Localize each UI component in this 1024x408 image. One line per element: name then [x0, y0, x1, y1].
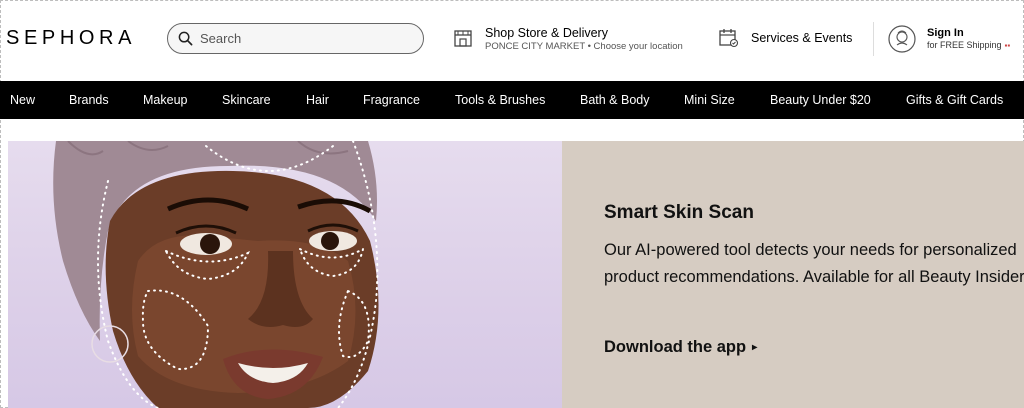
search-bar[interactable] [167, 23, 424, 54]
hero-banner[interactable]: Smart Skin Scan Our AI-powered tool dete… [8, 141, 1024, 408]
sign-in-link[interactable]: Sign In for FREE Shipping ▪▪ [887, 24, 1010, 54]
hero-image [8, 141, 562, 408]
main-nav: New Brands Makeup Skincare Hair Fragranc… [0, 81, 1024, 119]
download-app-label: Download the app [604, 338, 747, 356]
nav-item-bath-body[interactable]: Bath & Body [580, 93, 650, 107]
nav-item-skincare[interactable]: Skincare [222, 93, 271, 107]
nav-item-gifts[interactable]: Gifts & Gift Cards [906, 93, 1003, 107]
store-icon [454, 30, 472, 47]
header-divider [873, 22, 874, 56]
nav-item-hair[interactable]: Hair [306, 93, 329, 107]
model-face-illustration [53, 141, 379, 408]
services-label: Services & Events [751, 30, 853, 45]
store-selector[interactable]: Shop Store & Delivery PONCE CITY MARKET … [453, 26, 683, 53]
nav-item-tools-brushes[interactable]: Tools & Brushes [455, 93, 545, 107]
free-shipping-text: for FREE Shipping [927, 39, 1002, 50]
shipping-truck-icon: ▪▪ [1004, 40, 1011, 50]
calendar-icon [719, 29, 739, 48]
sephora-logo[interactable]: SEPHORA [6, 27, 136, 50]
sign-in-subtitle: for FREE Shipping ▪▪ [927, 39, 1010, 52]
search-icon [178, 31, 193, 46]
nav-item-beauty-under-20[interactable]: Beauty Under $20 [770, 93, 871, 107]
store-subtitle: PONCE CITY MARKET • Choose your location [485, 41, 683, 52]
nav-item-fragrance[interactable]: Fragrance [363, 93, 420, 107]
hero-text-panel: Smart Skin Scan Our AI-powered tool dete… [562, 141, 1024, 408]
hero-description: Our AI-powered tool detects your needs f… [604, 241, 1024, 286]
nav-item-new[interactable]: New [10, 93, 35, 107]
hero-title: Smart Skin Scan [604, 202, 754, 223]
services-events-link[interactable]: Services & Events [718, 27, 852, 48]
nav-item-makeup[interactable]: Makeup [143, 93, 187, 107]
nav-item-mini-size[interactable]: Mini Size [684, 93, 735, 107]
chevron-right-icon: ▸ [752, 342, 758, 353]
site-header: SEPHORA Shop Store & Delivery PONCE CITY… [0, 0, 1024, 80]
store-title: Shop Store & Delivery [485, 26, 608, 40]
avatar-icon [888, 25, 916, 53]
nav-item-brands[interactable]: Brands [69, 93, 109, 107]
sign-in-title: Sign In [927, 26, 964, 39]
search-input[interactable] [200, 31, 400, 46]
download-app-link[interactable]: Download the app ▸ [604, 338, 757, 357]
